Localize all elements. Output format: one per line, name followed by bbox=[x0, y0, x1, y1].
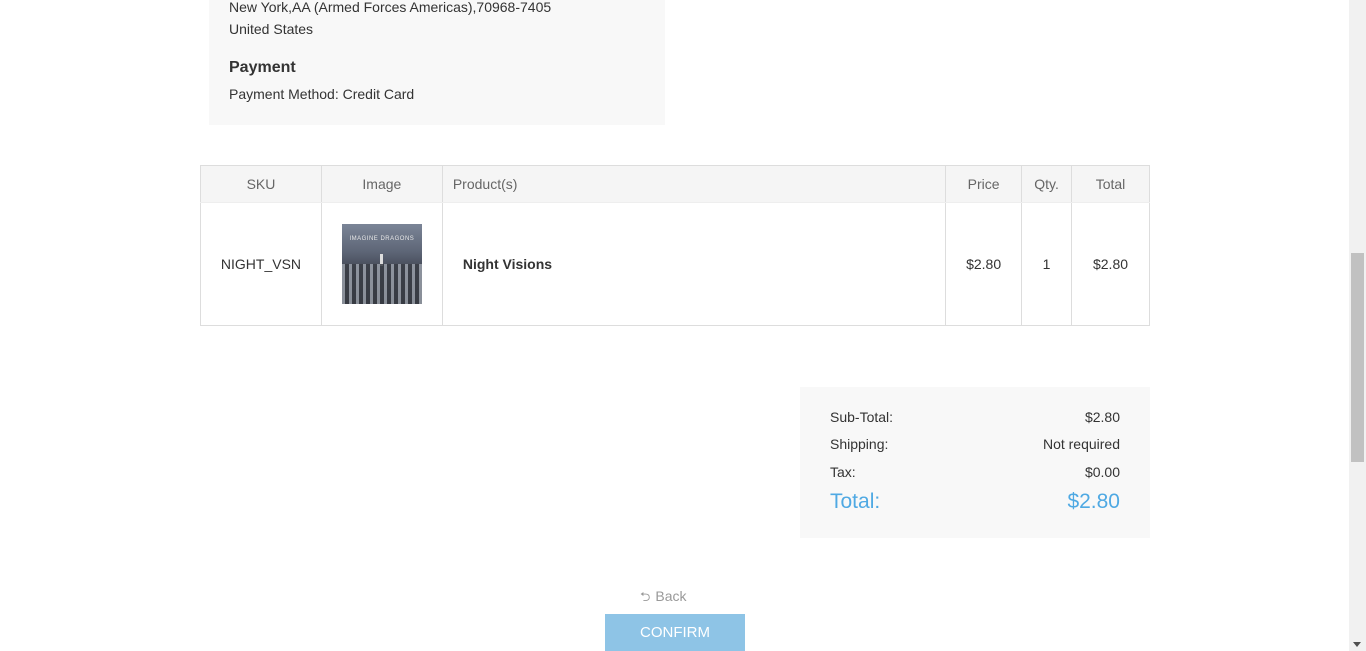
checkout-confirm-page: New York,AA (Armed Forces Americas),7096… bbox=[0, 0, 1366, 651]
back-link[interactable]: ⮌ Back bbox=[640, 588, 687, 610]
album-cover-image[interactable]: IMAGINE DRAGONS bbox=[341, 224, 422, 304]
vertical-scrollbar[interactable] bbox=[1349, 0, 1366, 651]
table-header-row: SKU Image Product(s) Price Qty. Total bbox=[200, 165, 1150, 203]
header-image: Image bbox=[321, 165, 443, 203]
subtotal-label: Sub-Total: bbox=[830, 409, 894, 425]
order-info-panel: New York,AA (Armed Forces Americas),7096… bbox=[209, 0, 665, 125]
subtotal-value: $2.80 bbox=[1084, 409, 1120, 425]
payment-method: Payment Method: Credit Card bbox=[229, 86, 415, 102]
header-qty: Qty. bbox=[1021, 165, 1073, 203]
cell-qty: 1 bbox=[1021, 202, 1073, 326]
cell-image: IMAGINE DRAGONS bbox=[321, 202, 443, 326]
address-line-1: New York,AA (Armed Forces Americas),7096… bbox=[229, 0, 552, 15]
tax-label: Tax: bbox=[830, 464, 856, 480]
back-label: Back bbox=[655, 588, 687, 604]
cell-price: $2.80 bbox=[945, 202, 1023, 326]
header-total: Total bbox=[1071, 165, 1150, 203]
order-totals: Sub-Total: $2.80 Shipping: Not required … bbox=[800, 387, 1150, 538]
payment-heading: Payment bbox=[229, 59, 296, 76]
shipping-value: Not required bbox=[1042, 436, 1120, 452]
total-value: $2.80 bbox=[1067, 490, 1120, 513]
back-arrow-icon: ⮌ bbox=[640, 589, 651, 604]
product-table: SKU Image Product(s) Price Qty. Total NI… bbox=[200, 165, 1150, 326]
address-line-2: United States bbox=[229, 21, 314, 37]
total-label: Total: bbox=[830, 490, 881, 513]
table-row: NIGHT_VSN IMAGINE DRAGONS Night Visions … bbox=[200, 202, 1150, 326]
confirm-button[interactable]: CONFIRM bbox=[605, 614, 745, 651]
cell-sku: NIGHT_VSN bbox=[200, 202, 322, 326]
album-band-text: IMAGINE DRAGONS bbox=[349, 236, 415, 242]
header-product: Product(s) bbox=[442, 165, 947, 203]
tax-value: $0.00 bbox=[1084, 464, 1120, 480]
scroll-down-arrow-icon[interactable] bbox=[1353, 642, 1361, 647]
cell-total: $2.80 bbox=[1092, 256, 1129, 272]
cell-product: Night Visions bbox=[442, 202, 947, 326]
shipping-label: Shipping: bbox=[830, 436, 889, 452]
scrollbar-thumb[interactable] bbox=[1351, 253, 1364, 462]
header-sku: SKU bbox=[200, 165, 322, 203]
header-price: Price bbox=[945, 165, 1023, 203]
